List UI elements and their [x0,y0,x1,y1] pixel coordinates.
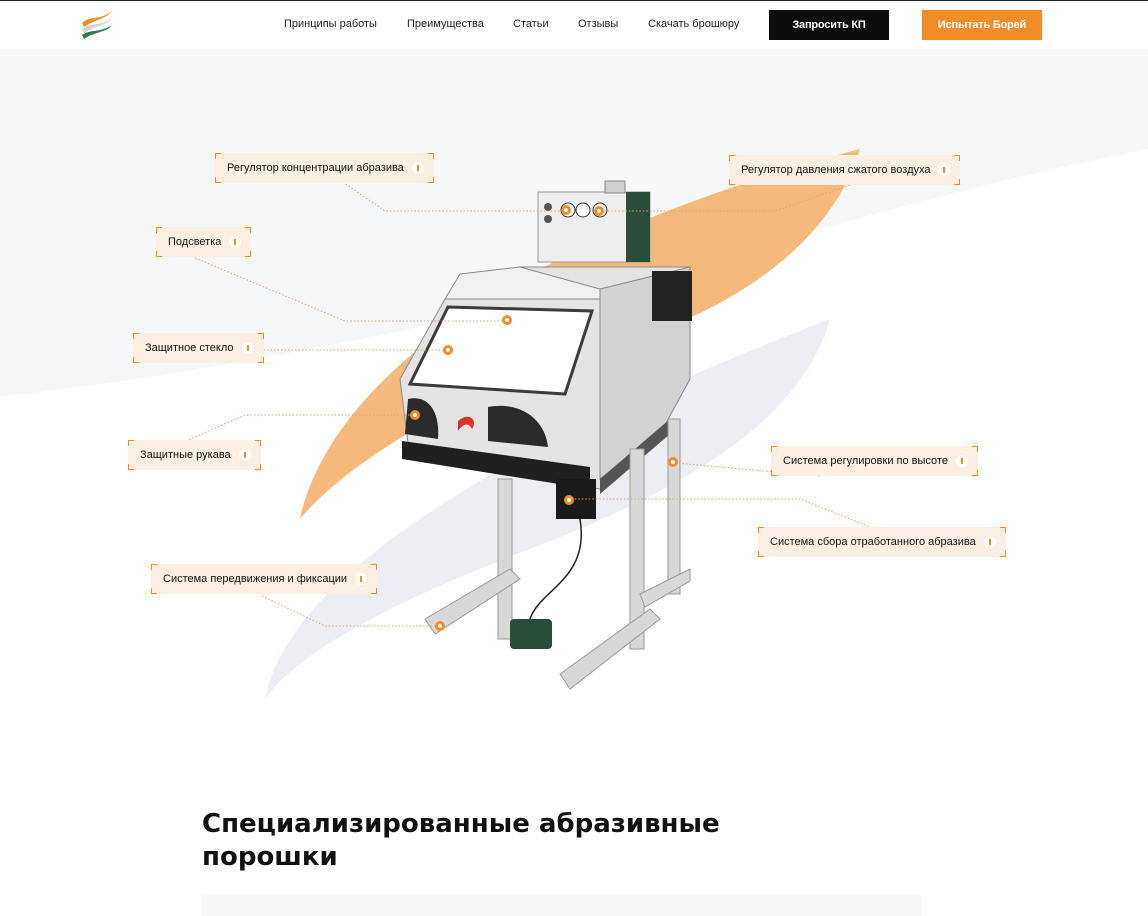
callout-abrasive-collection[interactable]: Система сбора отработанного абразива [758,527,1006,557]
hotspot-lighting[interactable] [502,315,512,325]
callout-label: Защитные рукава [140,449,231,461]
info-icon [229,236,242,248]
callout-height-adjustment[interactable]: Система регулировки по высоте [771,446,978,476]
nav-link-reviews[interactable]: Отзывы [578,18,618,30]
nav-link-articles[interactable]: Статьи [513,18,549,30]
hotspot-abrasive-concentration[interactable] [561,205,571,215]
callout-abrasive-concentration[interactable]: Регулятор концентрации абразива [215,153,434,183]
info-icon [411,162,424,174]
info-icon [238,449,251,461]
hotspot-movement-fixation[interactable] [435,621,445,631]
hotspot-protective-glass[interactable] [443,345,453,355]
callout-label: Система сбора отработанного абразива [770,536,976,548]
hotspot-height-adjustment[interactable] [668,457,678,467]
info-icon [241,342,254,354]
callout-air-pressure[interactable]: Регулятор давления сжатого воздуха [729,155,961,185]
callout-label: Регулятор концентрации абразива [227,162,404,174]
callout-label: Защитное стекло [145,342,234,354]
site-header: Принципы работы Преимущества Статьи Отзы… [0,1,1148,49]
hotspot-protective-sleeves[interactable] [410,410,420,420]
info-icon [983,536,996,548]
callout-label: Система передвижения и фиксации [163,573,348,585]
hotspot-abrasive-collection[interactable] [564,495,574,505]
info-icon [955,455,968,467]
callout-protective-glass[interactable]: Защитное стекло [133,333,264,363]
section-title: Специализированные абразивные порошки [202,809,720,872]
callout-lighting[interactable]: Подсветка [156,227,252,257]
info-icon [938,164,951,176]
hotspot-air-pressure[interactable] [594,206,604,216]
callout-protective-sleeves[interactable]: Защитные рукава [128,440,261,470]
content-card-top [202,895,922,916]
request-quote-button[interactable]: Запросить КП [769,10,889,40]
nav-link-advantages[interactable]: Преимущества [407,18,484,30]
callout-movement-fixation[interactable]: Система передвижения и фиксации [151,564,378,594]
try-product-button[interactable]: Испытать Борей [922,10,1042,40]
hero-section: Регулятор концентрации абразива Регулято… [0,49,1148,749]
callout-leader-lines [185,179,876,627]
nav-link-download-brochure[interactable]: Скачать брошюру [648,18,739,30]
callout-label: Подсветка [168,236,222,248]
callout-label: Система регулировки по высоте [783,455,948,467]
callout-label: Регулятор давления сжатого воздуха [741,164,931,176]
info-icon [355,573,368,585]
nav-link-principles[interactable]: Принципы работы [284,18,377,30]
logo-flag-icon[interactable] [80,9,114,39]
